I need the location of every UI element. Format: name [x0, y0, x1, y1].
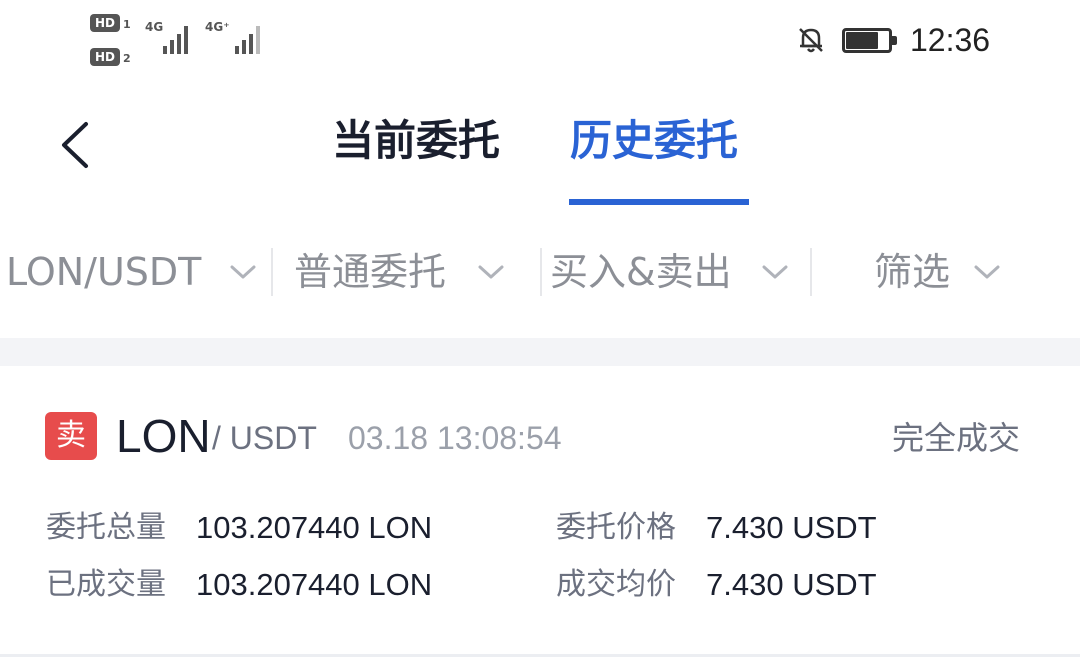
total-amount-label: 委托总量	[46, 510, 166, 545]
battery-icon	[842, 28, 898, 53]
sim-indicators: HD 1 HD 2	[90, 14, 140, 70]
base-asset: LON	[116, 410, 211, 462]
quote-asset: / USDT	[212, 420, 317, 456]
chevron-down-icon	[478, 265, 504, 279]
sim1-hd-icon: HD 1	[90, 14, 136, 34]
filter-order-type-label: 普通委托	[294, 250, 447, 294]
filter-side-dropdown[interactable]: 买入&卖出	[550, 240, 800, 304]
avg-price-label: 成交均价	[556, 567, 676, 602]
section-separator	[0, 338, 1080, 366]
filled-amount-label: 已成交量	[46, 567, 166, 602]
filter-bar: LON/USDT 普通委托 买入&卖出 筛选	[0, 240, 1080, 304]
filter-symbol-label: LON/USDT	[6, 250, 202, 294]
chevron-down-icon	[762, 265, 788, 279]
order-status: 完全成交	[892, 419, 1021, 457]
back-button[interactable]	[50, 110, 110, 180]
filter-divider	[540, 248, 542, 296]
tab-current-orders[interactable]: 当前委托	[332, 110, 500, 172]
filter-divider	[810, 248, 812, 296]
order-card[interactable]: 卖 LON / USDT 03.18 13:08:54 完全成交 委托总量 10…	[0, 366, 1080, 657]
order-price-label: 委托价格	[556, 510, 676, 545]
active-tab-indicator	[569, 199, 749, 205]
order-time: 03.18 13:08:54	[348, 420, 562, 456]
chevron-left-icon	[62, 122, 88, 168]
filter-side-label: 买入&卖出	[550, 250, 732, 294]
total-amount-value: 103.207440 LON	[196, 510, 433, 545]
avg-price-value: 7.430 USDT	[706, 567, 877, 602]
filled-amount-value: 103.207440 LON	[196, 567, 433, 602]
filter-screen-button[interactable]: 筛选	[874, 240, 1014, 304]
clock: 12:36	[910, 22, 991, 58]
filter-divider	[271, 248, 273, 296]
order-price-value: 7.430 USDT	[706, 510, 877, 545]
chevron-down-icon	[974, 265, 1000, 279]
sim2-hd-icon: HD 2	[90, 48, 136, 68]
chevron-down-icon	[230, 265, 256, 279]
bell-off-icon	[799, 28, 823, 53]
filter-screen-label: 筛选	[874, 250, 951, 294]
filter-order-type-dropdown[interactable]: 普通委托	[294, 240, 524, 304]
filter-symbol-dropdown[interactable]: LON/USDT	[6, 240, 264, 304]
tab-order-history[interactable]: 历史委托	[570, 110, 738, 172]
status-bar: HD 1 HD 2 4G 4G⁺ 12:36	[0, 0, 1080, 80]
sell-badge: 卖	[45, 412, 97, 460]
